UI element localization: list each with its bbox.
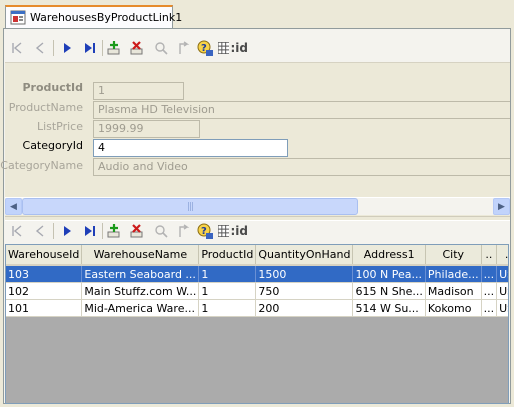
grid-cell[interactable]: 1 — [198, 282, 257, 300]
table-row[interactable]: 103 Eastern Seaboard ... 1 1500 100 N Pe… — [6, 265, 508, 283]
warehouses-grid[interactable]: WarehouseId WarehouseName ProductId Quan… — [5, 244, 509, 404]
grid-cell[interactable]: 750 — [255, 282, 354, 300]
grid-cell[interactable]: Eastern Seaboard ... — [81, 265, 200, 283]
form-horizontal-scrollbar[interactable]: ◀ ||| ▶ — [5, 197, 510, 215]
id-label: :id — [230, 41, 248, 55]
delete-record-icon[interactable] — [129, 39, 147, 57]
grid-cell[interactable]: Madison — [425, 282, 482, 300]
category-id-field[interactable]: 4 — [93, 139, 288, 157]
id-icon[interactable]: :id — [218, 222, 248, 240]
last-record-icon[interactable] — [81, 39, 99, 57]
category-id-label: CategoryId — [22, 139, 83, 152]
grid-cell[interactable]: ... — [481, 282, 498, 300]
table-row[interactable]: 102 Main Stuffz.com W... 1 750 615 N She… — [6, 282, 508, 300]
product-name-label: ProductName — [8, 101, 83, 114]
grid-cell[interactable]: 514 W Su... — [352, 299, 426, 317]
refresh-icon[interactable] — [152, 39, 170, 57]
column-header[interactable]: WarehouseName — [81, 245, 200, 266]
scrollbar-thumb[interactable]: ||| — [22, 198, 358, 215]
list-price-field[interactable]: 1999.99 — [93, 120, 200, 138]
first-record-icon[interactable] — [8, 222, 26, 240]
table-row[interactable]: 101 Mid-America Ware... 1 200 514 W Su..… — [6, 299, 508, 317]
grid-cell[interactable]: 101 — [6, 299, 83, 317]
grid-cell[interactable]: Mid-America Ware... — [81, 299, 200, 317]
product-id-label: ProductId — [22, 81, 84, 94]
grid-cell[interactable]: US — [496, 265, 508, 283]
tab-label: WarehousesByProductLink1 — [30, 11, 183, 24]
grid-cell[interactable]: ... — [481, 299, 498, 317]
id-icon[interactable]: :id — [218, 39, 248, 57]
scroll-left-icon[interactable]: ◀ — [5, 198, 22, 215]
column-header[interactable]: WarehouseId — [6, 245, 83, 266]
grid-navigator-toolbar: ? :id — [8, 220, 248, 242]
next-record-icon[interactable] — [58, 39, 76, 57]
form-icon — [10, 10, 26, 25]
tab-strip: WarehousesByProductLink1 — [0, 0, 514, 30]
scroll-right-icon[interactable]: ▶ — [493, 198, 510, 215]
grid-cell[interactable]: 1 — [198, 299, 257, 317]
grid-cell[interactable]: US — [496, 299, 508, 317]
undo-icon[interactable] — [175, 222, 193, 240]
grid-table: WarehouseId WarehouseName ProductId Quan… — [6, 245, 508, 317]
column-header[interactable]: City — [425, 245, 482, 266]
grid-cell[interactable]: 102 — [6, 282, 83, 300]
grid-cell[interactable]: US — [496, 282, 508, 300]
add-record-icon[interactable] — [106, 222, 124, 240]
grid-cell[interactable]: 1 — [198, 265, 257, 283]
column-header[interactable]: QuantityOnHand — [255, 245, 354, 266]
delete-record-icon[interactable] — [129, 222, 147, 240]
grid-cell[interactable]: 1500 — [255, 265, 354, 283]
list-price-label: ListPrice — [36, 120, 83, 133]
grid-cell[interactable]: 615 N She... — [352, 282, 426, 300]
undo-icon[interactable] — [175, 39, 193, 57]
column-header[interactable]: ProductId — [198, 245, 257, 266]
query-icon[interactable]: ? — [196, 39, 214, 57]
id-label: :id — [230, 224, 248, 238]
category-name-field[interactable]: Audio and Video — [93, 158, 510, 176]
grid-header-row: WarehouseId WarehouseName ProductId Quan… — [6, 245, 508, 266]
grid-cell[interactable]: Philade... — [425, 265, 482, 283]
next-record-icon[interactable] — [58, 222, 76, 240]
column-header[interactable]: . — [496, 245, 508, 266]
grid-cell[interactable]: 100 N Pea... — [352, 265, 426, 283]
top-navigator-toolbar: ? :id — [8, 37, 248, 59]
category-name-label: CategoryName — [0, 159, 83, 172]
column-header[interactable]: .. — [481, 245, 498, 266]
last-record-icon[interactable] — [81, 222, 99, 240]
previous-record-icon[interactable] — [31, 222, 49, 240]
product-id-field[interactable]: 1 — [93, 82, 184, 100]
refresh-icon[interactable] — [152, 222, 170, 240]
first-record-icon[interactable] — [8, 39, 26, 57]
grid-cell[interactable]: Kokomo — [425, 299, 482, 317]
grid-cell[interactable]: 103 — [6, 265, 83, 283]
grid-cell[interactable]: 200 — [255, 299, 354, 317]
grid-cell[interactable]: ... — [481, 265, 498, 283]
product-name-field[interactable]: Plasma HD Television — [93, 101, 510, 119]
tab-warehouses-by-product-link[interactable]: WarehousesByProductLink1 — [5, 5, 182, 28]
detail-form: ProductId 1 ProductName Plasma HD Televi… — [0, 62, 510, 217]
column-header[interactable]: Address1 — [352, 245, 426, 266]
query-icon[interactable]: ? — [196, 222, 214, 240]
previous-record-icon[interactable] — [31, 39, 49, 57]
add-record-icon[interactable] — [106, 39, 124, 57]
grid-cell[interactable]: Main Stuffz.com W... — [81, 282, 200, 300]
